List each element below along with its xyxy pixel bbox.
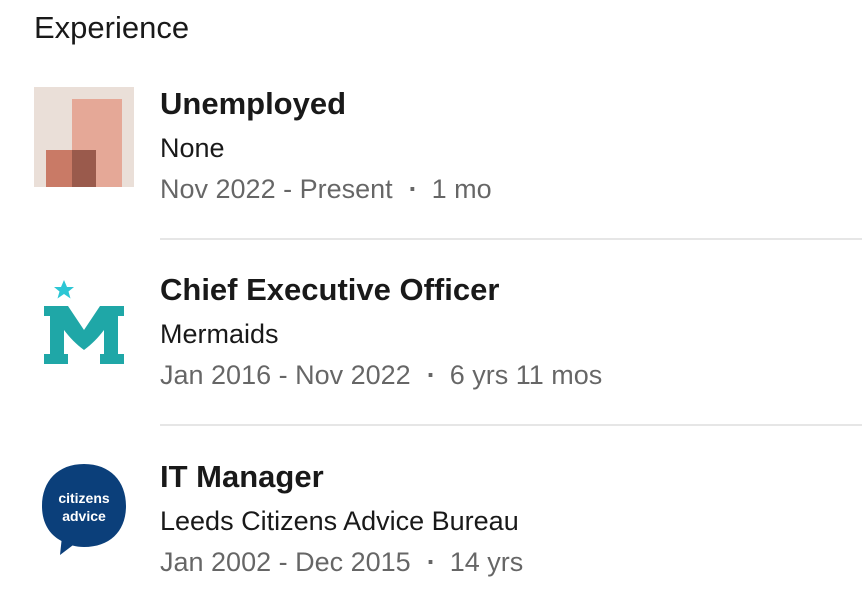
duration: 14 yrs: [449, 547, 524, 577]
date-range-line: Nov 2022 - Present · 1 mo: [160, 171, 862, 207]
company-name: None: [160, 133, 225, 163]
mermaids-m-star-logo[interactable]: [34, 274, 134, 374]
company-name: Leeds Citizens Advice Bureau: [160, 506, 519, 536]
duration: 6 yrs 11 mos: [449, 360, 603, 390]
date-range-line: Jan 2002 - Dec 2015 · 14 yrs: [160, 544, 862, 580]
logo-text-advice: advice: [62, 508, 106, 524]
duration: 1 mo: [431, 174, 492, 204]
experience-details: IT Manager Leeds Citizens Advice Bureau …: [160, 457, 862, 580]
date-range: Nov 2022 - Present: [160, 174, 393, 204]
company-name: Mermaids: [160, 319, 279, 349]
section-title: Experience: [34, 10, 190, 45]
experience-details: Chief Executive Officer Mermaids Jan 201…: [160, 270, 862, 393]
abstract-blocks-logo[interactable]: [34, 87, 134, 187]
citizens-advice-logo[interactable]: citizens advice: [34, 459, 134, 559]
logo-text-citizens: citizens: [58, 490, 110, 506]
job-title: Chief Executive Officer: [160, 272, 500, 307]
date-range: Jan 2016 - Nov 2022: [160, 360, 411, 390]
job-title: IT Manager: [160, 459, 324, 494]
dot-separator: ·: [408, 174, 418, 204]
divider: [160, 238, 862, 240]
divider: [160, 424, 862, 426]
dot-separator: ·: [426, 360, 436, 390]
dot-separator: ·: [426, 547, 436, 577]
experience-details: Unemployed None Nov 2022 - Present · 1 mo: [160, 84, 862, 207]
date-range: Jan 2002 - Dec 2015: [160, 547, 411, 577]
date-range-line: Jan 2016 - Nov 2022 · 6 yrs 11 mos: [160, 357, 862, 393]
job-title: Unemployed: [160, 86, 347, 121]
